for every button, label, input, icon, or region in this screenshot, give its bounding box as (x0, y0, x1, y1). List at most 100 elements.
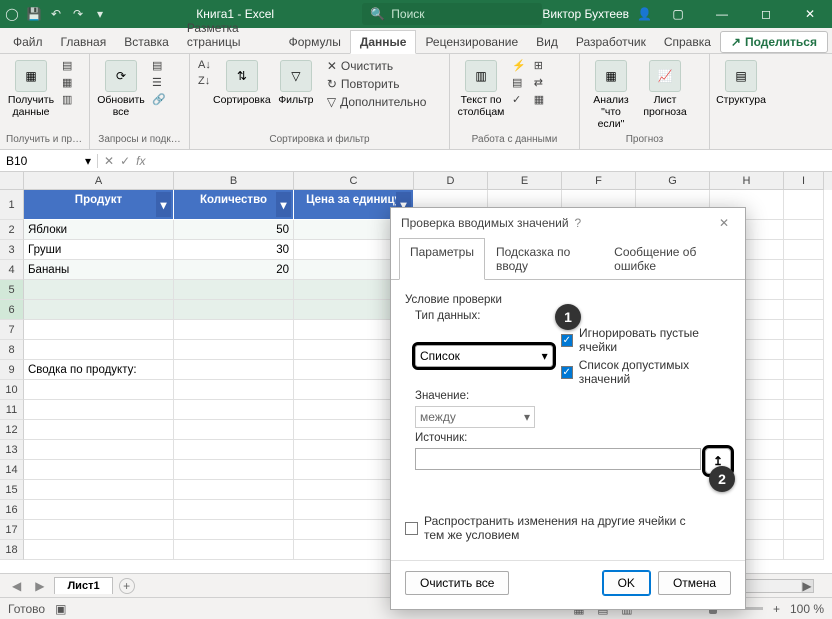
cell[interactable] (24, 520, 174, 540)
cell[interactable] (784, 440, 824, 460)
cell[interactable] (784, 460, 824, 480)
allow-type-select[interactable]: Список ▾ (415, 345, 553, 367)
row-header[interactable]: 6 (0, 300, 24, 320)
column-header[interactable]: C (294, 172, 414, 190)
cell[interactable] (174, 500, 294, 520)
tab-help[interactable]: Справка (655, 31, 720, 53)
what-if-button[interactable]: ▦ Анализ "что если" (586, 58, 636, 132)
cell[interactable]: Груши (24, 240, 174, 260)
cell[interactable] (784, 190, 824, 220)
dialog-close-icon[interactable]: ✕ (713, 216, 735, 230)
user-avatar[interactable]: 👤 (637, 7, 652, 21)
cell[interactable] (784, 280, 824, 300)
row-header[interactable]: 2 (0, 220, 24, 240)
reapply-button[interactable]: ↻Повторить (325, 76, 429, 92)
remove-duplicates-icon[interactable]: ▤ (510, 75, 528, 90)
cell[interactable] (784, 360, 824, 380)
cell[interactable] (784, 540, 824, 560)
filter-dropdown-icon[interactable]: ▾ (156, 192, 171, 217)
column-header[interactable]: G (636, 172, 710, 190)
row-header[interactable]: 11 (0, 400, 24, 420)
cell[interactable] (784, 300, 824, 320)
tab-review[interactable]: Рецензирование (416, 31, 527, 53)
ok-button[interactable]: OK (603, 571, 650, 595)
in-cell-dropdown-checkbox[interactable]: ✓Список допустимых значений (561, 358, 731, 386)
row-header[interactable]: 8 (0, 340, 24, 360)
tab-formulas[interactable]: Формулы (280, 31, 350, 53)
tab-file[interactable]: Файл (4, 31, 52, 53)
cell[interactable] (24, 280, 174, 300)
forecast-button[interactable]: 📈 Лист прогноза (640, 58, 690, 120)
fx-icon[interactable]: fx (136, 154, 145, 168)
from-table-icon[interactable]: ▥ (60, 92, 74, 107)
cell[interactable] (24, 300, 174, 320)
close-icon[interactable]: ✕ (792, 0, 828, 28)
cell[interactable] (784, 420, 824, 440)
dialog-help-icon[interactable]: ? (569, 216, 588, 230)
row-header[interactable]: 16 (0, 500, 24, 520)
cell[interactable] (174, 360, 294, 380)
qat-dropdown-icon[interactable]: ▾ (92, 6, 108, 22)
cell[interactable]: 50 (174, 220, 294, 240)
autosave-toggle[interactable]: ◯ (4, 6, 20, 22)
cell[interactable]: Количество▾ (174, 190, 294, 220)
relationships-icon[interactable]: ⇄ (532, 75, 546, 90)
save-icon[interactable]: 💾 (26, 6, 42, 22)
cell[interactable] (174, 400, 294, 420)
sort-desc-icon[interactable]: Z↓ (196, 74, 213, 88)
row-header[interactable]: 7 (0, 320, 24, 340)
row-header[interactable]: 5 (0, 280, 24, 300)
ignore-blank-checkbox[interactable]: ✓Игнорировать пустые ячейки (561, 326, 731, 354)
share-button[interactable]: ↗ Поделиться (720, 31, 828, 53)
sheet-tab[interactable]: Лист1 (54, 577, 112, 594)
cell[interactable] (24, 320, 174, 340)
sort-button[interactable]: ⇅ Сортировка (217, 58, 267, 108)
column-header[interactable]: E (488, 172, 562, 190)
cell[interactable] (174, 280, 294, 300)
tab-developer[interactable]: Разработчик (567, 31, 655, 53)
dialog-tab-settings[interactable]: Параметры (399, 238, 485, 280)
cell[interactable] (174, 380, 294, 400)
row-header[interactable]: 13 (0, 440, 24, 460)
tab-home[interactable]: Главная (52, 31, 116, 53)
column-header[interactable]: F (562, 172, 636, 190)
cell[interactable] (24, 540, 174, 560)
cell[interactable] (174, 480, 294, 500)
cell[interactable] (784, 520, 824, 540)
select-all-corner[interactable] (0, 172, 24, 190)
cell[interactable] (24, 420, 174, 440)
tab-view[interactable]: Вид (527, 31, 567, 53)
data-validation-icon[interactable]: ✓ (510, 92, 528, 107)
sheet-nav-prev[interactable]: ◀ (8, 579, 25, 593)
queries-icon[interactable]: ▤ (150, 58, 168, 73)
from-text-icon[interactable]: ▤ (60, 58, 74, 73)
cell[interactable] (784, 240, 824, 260)
cell[interactable] (784, 320, 824, 340)
name-box[interactable]: B10 ▾ (0, 154, 98, 168)
cell[interactable] (174, 440, 294, 460)
dialog-tab-input-message[interactable]: Подсказка по вводу (485, 238, 603, 280)
row-header[interactable]: 1 (0, 190, 24, 220)
column-header[interactable]: A (24, 172, 174, 190)
cell[interactable] (784, 220, 824, 240)
cell[interactable]: Продукт▾ (24, 190, 174, 220)
outline-button[interactable]: ▤ Структура (716, 58, 766, 108)
flash-fill-icon[interactable]: ⚡ (510, 58, 528, 73)
cancel-formula-icon[interactable]: ✕ (104, 154, 114, 168)
sort-asc-icon[interactable]: A↓ (196, 58, 213, 72)
cell[interactable] (24, 500, 174, 520)
clear-filter-button[interactable]: ✕Очистить (325, 58, 429, 74)
enter-formula-icon[interactable]: ✓ (120, 154, 130, 168)
row-header[interactable]: 12 (0, 420, 24, 440)
edit-links-icon[interactable]: 🔗 (150, 92, 168, 107)
cell[interactable] (784, 340, 824, 360)
apply-to-same-checkbox[interactable]: Распространить изменения на другие ячейк… (405, 514, 731, 542)
column-header[interactable]: B (174, 172, 294, 190)
cancel-button[interactable]: Отмена (658, 571, 731, 595)
cell[interactable] (24, 380, 174, 400)
zoom-level[interactable]: 100 % (790, 602, 824, 616)
cell[interactable] (174, 540, 294, 560)
tab-data[interactable]: Данные (350, 30, 417, 54)
cell[interactable]: 20 (174, 260, 294, 280)
cell[interactable] (24, 440, 174, 460)
